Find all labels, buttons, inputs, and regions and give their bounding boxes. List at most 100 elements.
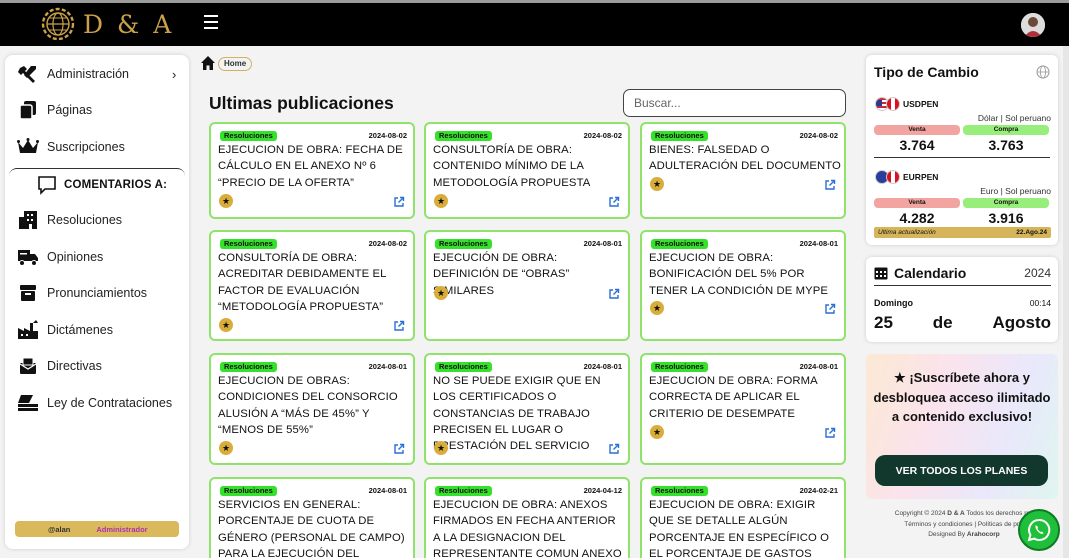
tools-icon [17,63,39,85]
card-date: 2024-08-02 [583,131,622,140]
promo-text: ★ ¡Suscríbete ahora y desbloquea acceso … [873,370,1051,424]
eur-pair: EURPEN [875,170,938,184]
publication-card[interactable]: Resoluciones 2024-08-02 CONSULTORÍA DE OBR… [424,122,630,219]
star-icon[interactable]: ★ [219,441,233,455]
home-icon[interactable] [200,55,216,71]
sidebar-item-administracion[interactable]: Administración › [17,61,176,87]
user-badge[interactable]: @alan Administrador [15,521,179,537]
category-tag: Resoluciones [220,486,277,496]
sidebar-item-label: Opiniones [47,250,104,264]
globe-gear-logo-icon [41,7,75,41]
card-title: EJECUCION DE OBRA: FECHA DE CÁLCULO EN E… [218,144,403,189]
sidebar-item-suscripciones[interactable]: Suscripciones [17,134,125,160]
external-link-icon[interactable] [393,196,405,208]
star-icon[interactable]: ★ [219,194,233,208]
star-icon[interactable]: ★ [434,286,448,300]
sidebar-item-resoluciones[interactable]: Resoluciones [17,207,122,233]
usd-pair: USDPEN [875,97,938,111]
logo-text: D & A [83,9,175,39]
star-icon: ★ [894,370,906,385]
chevron-right-icon: › [172,67,177,82]
sidebar-item-dictamenes[interactable]: Dictámenes [17,317,113,343]
publication-card[interactable]: Resoluciones 2024-08-02 BIENES: FALSEDAD O… [640,122,846,219]
scrollbar[interactable] [1063,46,1069,558]
star-icon[interactable]: ★ [434,194,448,208]
publication-card[interactable]: Resoluciones 2024-02-21 EJECUCION DE OBRA:… [640,477,846,558]
sidebar-item-ley-de-contrataciones[interactable]: Ley de Contrataciones [17,390,172,416]
pages-icon [17,99,39,121]
top-bar: D & A [0,0,1069,46]
eur-sell-label: Venta [874,198,960,208]
publication-card[interactable]: Resoluciones 2024-08-01 EJECUCION DE OBRA:… [640,353,846,465]
category-tag: Resoluciones [435,362,492,372]
truck-icon [17,246,39,268]
card-date: 2024-08-02 [368,239,407,248]
publication-card[interactable]: Resoluciones 2024-08-02 CONSULTORÍA DE OBR… [209,230,415,341]
last-update-date: 22.Ago.24 [1016,229,1047,236]
external-link-icon[interactable] [393,443,405,455]
avatar[interactable] [1021,13,1045,37]
external-link-icon[interactable] [824,303,836,315]
external-link-icon[interactable] [824,179,836,191]
card-date: 2024-04-12 [583,486,622,495]
card-title: SERVICIOS EN GENERAL: PORCENTAJE DE CUOT… [218,499,405,558]
calendar-date: 25 de Agosto [874,313,1051,333]
category-tag: Resoluciones [651,362,708,372]
publication-card[interactable]: Resoluciones 2024-08-01 SERVICIOS EN GENER… [209,477,415,558]
envelope-icon [17,355,39,377]
publication-card[interactable]: Resoluciones 2024-08-01 EJECUCION DE OBRA:… [640,230,846,341]
usd-description: Dólar | Sol peruano [977,113,1051,123]
card-title: EJECUCION DE OBRA: BONIFICACIÓN DEL 5% P… [649,252,828,297]
eur-buy-value: 3.916 [988,210,1024,226]
star-icon[interactable]: ★ [650,301,664,315]
user-role: Administrador [96,524,148,534]
sidebar-item-label: Directivas [47,359,102,373]
card-title: EJECUCION DE OBRAS: CONDICIONES DEL CONS… [218,375,398,436]
sidebar-item-paginas[interactable]: Páginas [17,97,92,123]
star-icon[interactable]: ★ [650,425,664,439]
card-date: 2024-08-01 [368,486,407,495]
external-link-icon[interactable] [824,427,836,439]
external-link-icon[interactable] [608,196,620,208]
card-date: 2024-08-01 [799,239,838,248]
comments-header: COMENTARIOS A: [37,175,167,195]
card-title: EJECUCION DE OBRA: ANEXOS FIRMADOS EN FE… [433,499,622,558]
publication-card[interactable]: Resoluciones 2024-08-01 EJECUCIÓN DE OBRA:… [424,230,630,341]
logo[interactable]: D & A [40,6,174,42]
peru-flag-icon [886,97,900,111]
external-link-icon[interactable] [608,288,620,300]
sidebar-item-label: Administración [47,67,129,81]
menu-toggle-icon[interactable] [204,15,218,29]
star-icon[interactable]: ★ [434,441,448,455]
publication-card[interactable]: Resoluciones 2024-08-02 EJECUCION DE OBRA:… [209,122,415,219]
whatsapp-button[interactable] [1018,509,1060,551]
card-date: 2024-08-02 [799,131,838,140]
globe-icon[interactable] [1036,65,1050,79]
eur-sell-value: 4.282 [899,210,935,226]
publication-card[interactable]: Resoluciones 2024-08-01 EJECUCION DE OBRAS… [209,353,415,465]
sidebar-item-label: Dictámenes [47,323,113,337]
eur-code: EURPEN [903,172,939,182]
comment-icon [38,176,56,195]
view-plans-button[interactable]: VER TODOS LOS PLANES [875,455,1048,486]
factory-icon [17,319,39,341]
calendar-icon [874,267,888,280]
book-icon [17,392,39,414]
usd-code: USDPEN [903,99,939,109]
calendar-day: 25 [874,313,893,332]
publication-card[interactable]: Resoluciones 2024-04-12 EJECUCION DE OBRA:… [424,477,630,558]
sidebar-item-directivas[interactable]: Directivas [17,353,102,379]
usd-sell-value: 3.764 [899,137,935,153]
sidebar-item-opiniones[interactable]: Opiniones [17,244,103,270]
external-link-icon[interactable] [393,320,405,332]
calendar-year: 2024 [1024,266,1051,280]
usd-buy-label: Compra [963,125,1049,135]
external-link-icon[interactable] [608,443,620,455]
sidebar-item-pronunciamientos[interactable]: Pronunciamientos [17,280,147,306]
search-input[interactable] [623,89,846,117]
star-icon[interactable]: ★ [650,177,664,191]
star-icon[interactable]: ★ [219,318,233,332]
card-title: EJECUCION DE OBRA: EXIGIR QUE SE DETALLE… [649,499,830,558]
breadcrumb-home[interactable]: Home [218,57,253,71]
publication-card[interactable]: Resoluciones 2024-08-01 NO SE PUEDE EXIGIR… [424,353,630,465]
